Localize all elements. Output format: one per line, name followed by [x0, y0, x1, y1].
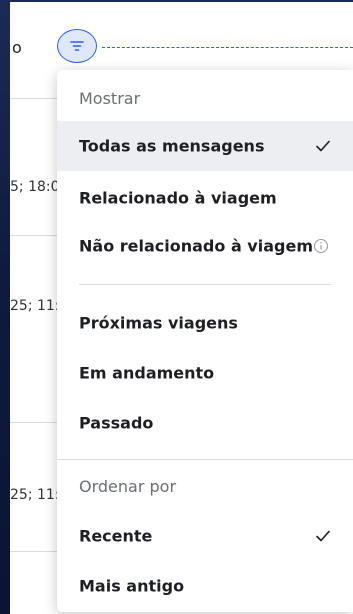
filter-dropdown-menu: Mostrar Todas as mensagens Relacionado à… — [57, 70, 353, 612]
navy-side-panel — [0, 0, 10, 614]
header-partial-text: o — [12, 38, 22, 57]
message-date: 25; 11: — [10, 298, 60, 314]
message-date: 25; 11: — [10, 487, 60, 503]
filter-option-label: Não relacionado à viagem — [79, 236, 313, 256]
filter-option-not-trip-related[interactable]: Não relacionado à viagem — [57, 221, 353, 271]
info-icon[interactable] — [313, 238, 329, 254]
filter-button[interactable] — [57, 29, 97, 63]
filter-option-upcoming-trips[interactable]: Próximas viagens — [57, 298, 353, 348]
sort-option-recent[interactable]: Recente — [57, 511, 353, 561]
filter-option-label: Passado — [79, 413, 154, 433]
filter-option-label: Todas as mensagens — [79, 136, 265, 156]
filter-option-label: Relacionado à viagem — [79, 188, 277, 208]
show-section-label: Mostrar — [79, 89, 141, 108]
sort-option-oldest[interactable]: Mais antigo — [57, 561, 353, 611]
filter-option-trip-related[interactable]: Relacionado à viagem — [57, 173, 353, 223]
menu-divider — [57, 459, 353, 460]
filter-option-label: Em andamento — [79, 363, 215, 383]
sort-section-label: Ordenar por — [79, 477, 177, 496]
filter-option-label: Próximas viagens — [79, 313, 238, 333]
focus-dashed-line — [102, 47, 353, 48]
filter-option-past[interactable]: Passado — [57, 398, 353, 448]
filter-option-all-messages[interactable]: Todas as mensagens — [57, 121, 353, 171]
sort-option-label: Mais antigo — [79, 576, 185, 596]
filter-option-in-progress[interactable]: Em andamento — [57, 348, 353, 398]
checkmark-icon — [316, 530, 330, 542]
menu-divider — [79, 284, 331, 285]
message-date: 5; 18:0 — [10, 179, 60, 195]
sort-option-label: Recente — [79, 526, 153, 546]
filter-icon — [70, 41, 84, 51]
checkmark-icon — [316, 140, 330, 152]
